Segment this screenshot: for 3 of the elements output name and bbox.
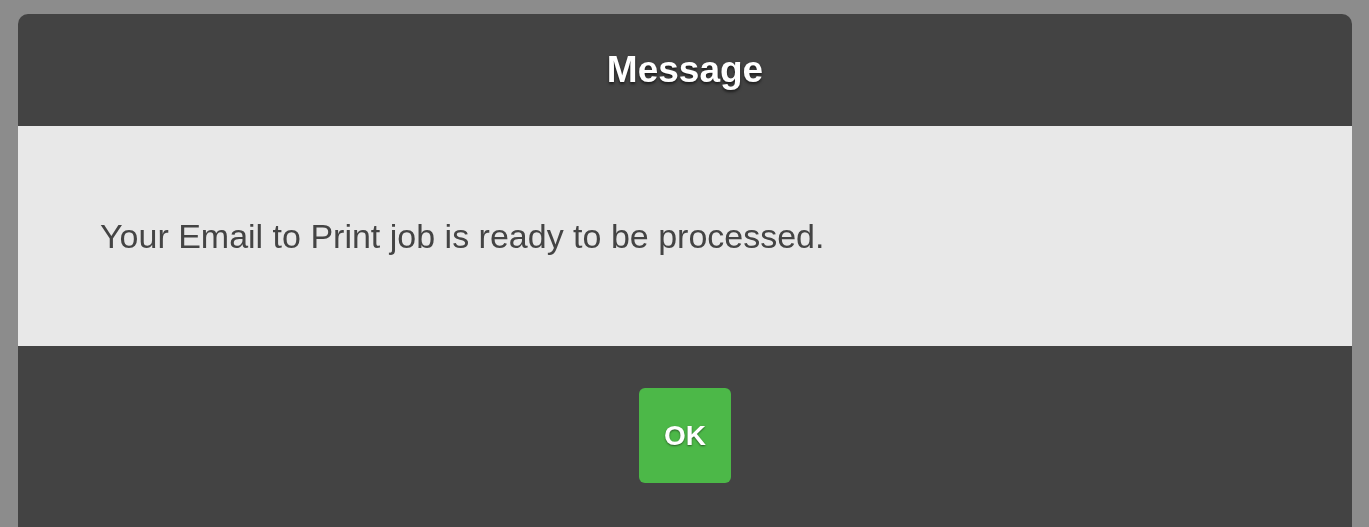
message-text: Your Email to Print job is ready to be processed.	[100, 215, 825, 257]
dialog-title: Message	[606, 48, 764, 93]
ok-button[interactable]: OK	[639, 388, 731, 483]
